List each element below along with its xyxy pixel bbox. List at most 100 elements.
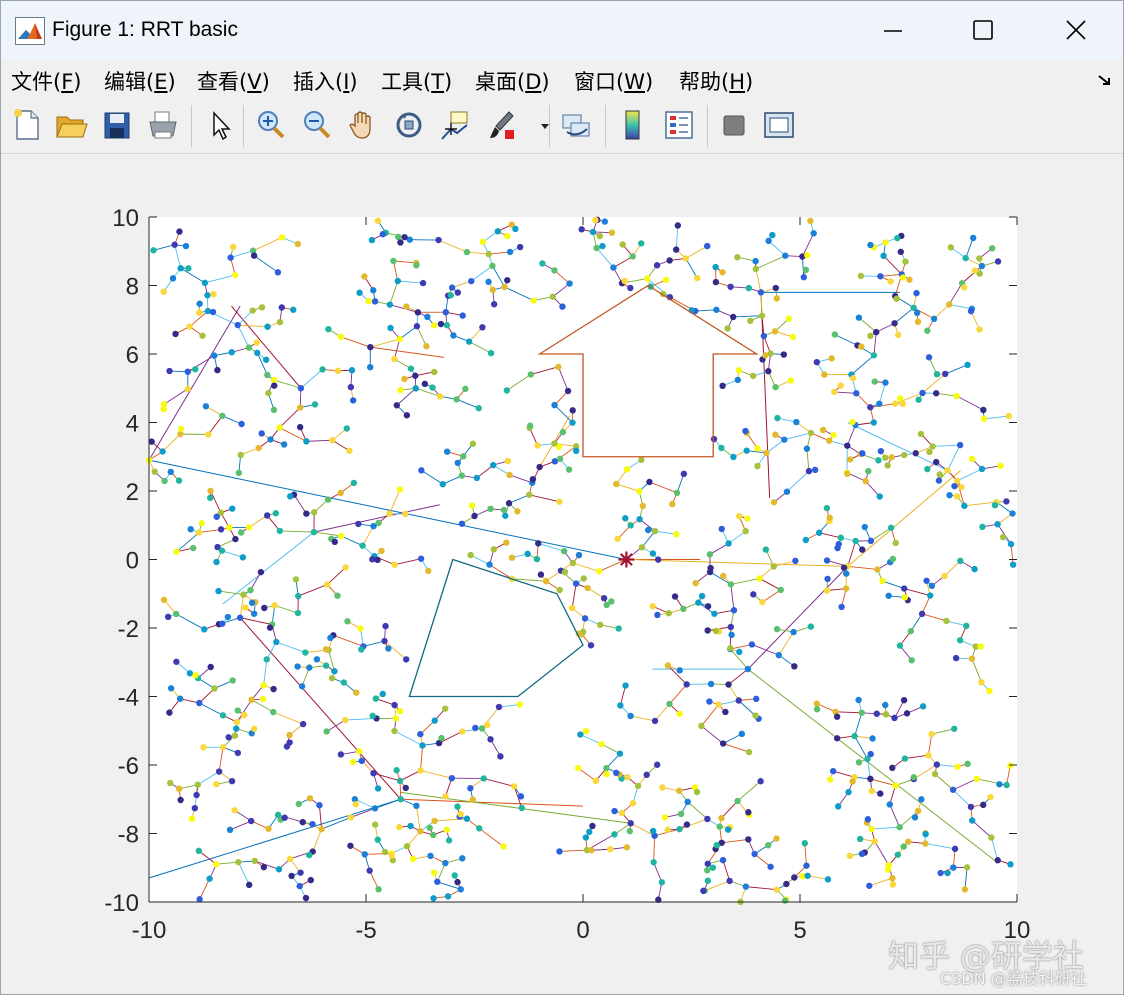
tree-node xyxy=(719,269,726,276)
tree-node xyxy=(414,309,422,316)
tree-node xyxy=(712,627,720,635)
tree-node xyxy=(489,286,497,294)
tree-node xyxy=(213,781,220,788)
tree-node xyxy=(950,864,957,871)
tree-node xyxy=(247,586,254,594)
show-plot-tools-icon[interactable] xyxy=(761,105,797,145)
print-icon[interactable] xyxy=(145,105,181,145)
tree-node xyxy=(592,216,599,224)
link-plot-icon[interactable] xyxy=(559,105,595,145)
tree-node xyxy=(851,732,858,740)
tree-node xyxy=(186,323,193,330)
tree-node xyxy=(151,468,158,475)
data-cursor-icon[interactable] xyxy=(437,105,473,145)
tree-node xyxy=(1007,540,1015,548)
tree-node xyxy=(436,393,444,400)
open-folder-icon[interactable] xyxy=(53,105,89,145)
tree-node xyxy=(167,468,174,476)
tree-node xyxy=(762,352,769,359)
tree-node xyxy=(459,312,466,319)
figure-canvas[interactable]: -10 -5 0 5 10 -10 -8 -6 -4 -2 0 2 4 6 8 10 xyxy=(1,154,1123,994)
tree-node xyxy=(899,274,907,281)
brush-dropdown-icon[interactable] xyxy=(527,105,549,145)
tree-node xyxy=(967,307,975,315)
close-button[interactable] xyxy=(1031,1,1123,61)
tree-node xyxy=(233,725,240,732)
tree-node xyxy=(370,769,377,777)
tree-node xyxy=(266,624,274,631)
tree-node xyxy=(947,244,955,251)
tree-node xyxy=(589,822,596,830)
tree-node xyxy=(611,807,618,815)
rotate-3d-icon[interactable] xyxy=(391,105,427,145)
tree-node xyxy=(445,837,453,844)
tree-node xyxy=(882,701,889,709)
menu-desktop[interactable]: 桌面(D) xyxy=(475,66,550,96)
tree-node xyxy=(294,240,302,248)
tree-node xyxy=(639,502,647,510)
tree-node xyxy=(824,575,831,583)
menu-help[interactable]: 帮助(H) xyxy=(679,66,753,96)
tree-node xyxy=(780,351,788,358)
tree-node xyxy=(504,457,512,465)
zoom-in-icon[interactable] xyxy=(253,105,289,145)
tree-node xyxy=(649,550,657,557)
tree-node xyxy=(166,367,173,375)
tree-node xyxy=(270,376,278,384)
tree-node xyxy=(773,295,781,302)
tree-node xyxy=(664,826,671,833)
menu-view[interactable]: 查看(V) xyxy=(197,66,270,96)
tree-node xyxy=(298,683,306,690)
tree-node xyxy=(971,565,978,573)
tree-node xyxy=(882,379,889,386)
title-bar[interactable]: Figure 1: RRT basic xyxy=(1,1,1123,61)
tree-node xyxy=(238,529,245,536)
tree-node xyxy=(359,542,366,549)
tree-node xyxy=(783,880,790,888)
menu-window[interactable]: 窗口(W) xyxy=(574,66,653,96)
tree-node xyxy=(613,480,620,488)
minimize-button[interactable] xyxy=(847,1,939,61)
brush-icon[interactable] xyxy=(483,105,519,145)
colorbar-icon[interactable] xyxy=(615,105,651,145)
tree-node xyxy=(348,367,356,374)
pan-hand-icon[interactable] xyxy=(345,105,381,145)
tree-node xyxy=(417,730,424,738)
tree-node xyxy=(296,423,304,431)
tree-node xyxy=(713,841,720,849)
tree-node xyxy=(868,787,876,795)
tree-node xyxy=(866,882,873,889)
tree-node xyxy=(270,708,277,716)
tree-node xyxy=(469,796,477,803)
tree-node xyxy=(442,793,449,800)
dock-arrow-icon[interactable] xyxy=(1097,73,1113,92)
tree-node xyxy=(490,546,497,553)
tree-node xyxy=(719,382,726,390)
pointer-icon[interactable] xyxy=(201,105,237,145)
tree-node xyxy=(417,767,424,774)
tree-node xyxy=(636,487,643,495)
save-icon[interactable] xyxy=(99,105,135,145)
menu-edit[interactable]: 编辑(E) xyxy=(104,66,176,96)
y-tick-label: -10 xyxy=(104,890,139,917)
tree-node xyxy=(810,230,817,237)
tree-node xyxy=(813,706,821,713)
tree-node xyxy=(997,462,1004,469)
tree-node xyxy=(175,785,183,792)
tree-node xyxy=(276,424,283,431)
maximize-button[interactable] xyxy=(939,1,1031,61)
zoom-out-icon[interactable] xyxy=(299,105,335,145)
tree-node xyxy=(210,290,217,298)
tree-node xyxy=(770,563,777,570)
new-file-icon[interactable] xyxy=(9,105,45,145)
tree-node xyxy=(844,442,851,449)
menu-insert[interactable]: 插入(I) xyxy=(293,66,358,96)
menu-tools[interactable]: 工具(T) xyxy=(381,66,452,96)
hide-plot-tools-icon[interactable] xyxy=(717,105,753,145)
tree-node xyxy=(343,425,350,432)
tree-node xyxy=(323,728,330,735)
legend-icon[interactable] xyxy=(661,105,697,145)
tree-node xyxy=(876,400,883,407)
menu-file[interactable]: 文件(F) xyxy=(11,66,82,96)
tree-node xyxy=(227,254,234,261)
